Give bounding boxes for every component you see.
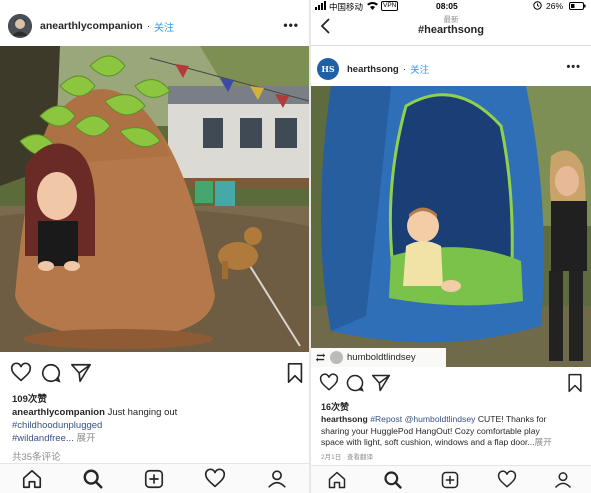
new-post-icon[interactable] (143, 468, 165, 490)
left-post-panel: anearthlycompanion · 关注 ••• 109次赞 aneart… (0, 0, 309, 493)
caption: hearthsong #Repost @humboldtlindsey CUTE… (321, 414, 587, 449)
post-meta: 2月1日 · 查看翻译 (321, 454, 374, 461)
profile-icon[interactable] (553, 470, 573, 490)
follow-button[interactable]: 关注 (154, 19, 174, 34)
share-icon[interactable] (371, 373, 391, 393)
see-translation-link[interactable]: 查看翻译 (347, 454, 373, 461)
post-photo[interactable] (0, 46, 309, 352)
alarm-icon (533, 1, 542, 12)
share-icon[interactable] (70, 362, 92, 384)
follow-button[interactable]: 关注 (410, 62, 429, 76)
battery-icon (569, 2, 586, 12)
battery-percent: 26% (546, 1, 564, 11)
username[interactable]: anearthlycompanion (40, 20, 143, 32)
comment-icon[interactable] (40, 362, 62, 384)
tent-photo-illustration (0, 46, 309, 352)
caption-username[interactable]: hearthsong (321, 414, 368, 424)
caption-text: space with light, soft cushion, windows … (321, 437, 535, 447)
hashtag-link[interactable]: #wildandfree... (12, 433, 74, 444)
brand-logo: HS (321, 64, 335, 74)
caption: anearthlycompanion Just hanging out #chi… (12, 406, 302, 445)
profile-icon[interactable] (266, 468, 288, 490)
separator-dot: · (146, 20, 151, 32)
tagged-username[interactable]: humboldtlindsey (347, 352, 416, 363)
expand-link[interactable]: 展开 (76, 433, 95, 444)
heart-icon[interactable] (10, 362, 32, 384)
like-count[interactable]: 109次赞 (12, 391, 47, 405)
home-icon[interactable] (327, 470, 347, 490)
tagged-user-bar[interactable]: humboldtlindsey (311, 348, 446, 367)
bottom-tab-bar (0, 463, 309, 493)
search-icon[interactable] (383, 470, 403, 490)
hugglepod-photo-illustration (311, 86, 591, 367)
search-icon[interactable] (82, 468, 104, 490)
post-actions (0, 362, 309, 386)
brand-avatar[interactable]: HS (317, 58, 339, 80)
caption-text: CUTE! Thanks for (477, 414, 547, 424)
view-comments-link[interactable]: 共35条评论 (12, 449, 61, 463)
post-date: 2月1日 (321, 454, 342, 461)
username[interactable]: hearthsong (347, 64, 399, 75)
avatar[interactable] (8, 14, 32, 38)
hashtag-link[interactable]: #Repost (370, 414, 402, 424)
status-time: 08:05 (436, 1, 458, 11)
new-post-icon[interactable] (440, 470, 460, 490)
heart-icon[interactable] (319, 373, 339, 393)
caption-text: sharing your HugglePod HangOut! Cozy com… (321, 425, 540, 436)
bookmark-icon[interactable] (284, 362, 306, 384)
activity-heart-icon[interactable] (204, 468, 226, 490)
hashtag-nav-header: 最新 #hearthsong (311, 12, 591, 46)
like-count[interactable]: 16次赞 (321, 400, 349, 413)
post-photo[interactable] (311, 86, 591, 367)
caption-username[interactable]: anearthlycompanion (12, 407, 105, 418)
post-header: HS hearthsong · 关注 ••• (311, 55, 591, 83)
hashtag-link[interactable]: #childhoodunplugged (12, 420, 102, 431)
separator-dot: · (402, 63, 407, 75)
repost-icon (315, 353, 326, 362)
comment-icon[interactable] (345, 373, 365, 393)
more-options-icon[interactable]: ••• (283, 18, 299, 32)
mention-link[interactable]: @humboldtlindsey (405, 414, 476, 424)
home-icon[interactable] (21, 468, 43, 490)
right-post-panel: 中国移动 VPN 08:05 26% 最新 #hearthsong HS hea… (311, 0, 591, 493)
expand-link[interactable]: 展开 (535, 437, 552, 447)
vpn-badge: VPN (381, 1, 399, 11)
bookmark-icon[interactable] (565, 373, 585, 393)
activity-heart-icon[interactable] (497, 470, 517, 490)
tagged-user-avatar (330, 351, 343, 364)
page-title: #hearthsong (417, 24, 484, 36)
wifi-icon (367, 1, 378, 12)
post-header: anearthlycompanion · 关注 ••• (0, 12, 309, 40)
more-options-icon[interactable]: ••• (566, 61, 581, 73)
bottom-tab-bar (311, 465, 591, 493)
caption-text: Just hanging out (107, 407, 178, 418)
signal-icon (315, 1, 329, 12)
post-actions (311, 373, 591, 397)
